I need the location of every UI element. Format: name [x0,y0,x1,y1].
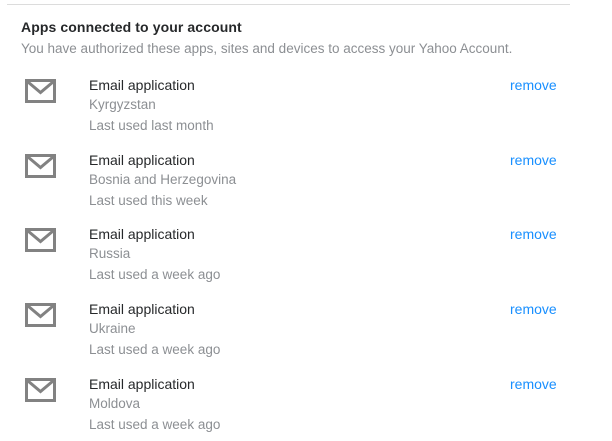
app-item-3: Email application Russia Last used a wee… [0,226,612,298]
app-last-used: Last used a week ago [89,417,221,432]
app-last-used: Last used a week ago [89,342,221,357]
envelope-icon [25,303,56,327]
app-item-2: Email application Bosnia and Herzegovina… [0,152,612,224]
envelope-icon [25,378,56,402]
app-location: Moldova [89,396,141,411]
app-name: Email application [89,226,195,242]
app-last-used: Last used last month [89,118,214,133]
remove-app-link[interactable]: remove [510,77,557,93]
app-location: Russia [89,246,131,261]
connected-apps-page: Apps connected to your account You have … [0,0,612,441]
remove-app-link[interactable]: remove [510,152,557,168]
envelope-icon [25,154,56,178]
app-location: Ukraine [89,321,136,336]
envelope-icon [25,228,56,252]
remove-app-link[interactable]: remove [510,226,557,242]
app-item-4: Email application Ukraine Last used a we… [0,301,612,373]
envelope-icon [25,79,56,103]
remove-app-link[interactable]: remove [510,376,557,392]
remove-app-link[interactable]: remove [510,301,557,317]
app-name: Email application [89,152,195,168]
app-last-used: Last used this week [89,193,208,208]
app-name: Email application [89,301,195,317]
app-name: Email application [89,376,195,392]
app-item-5: Email application Moldova Last used a we… [0,376,612,441]
app-name: Email application [89,77,195,93]
app-location: Kyrgyzstan [89,97,156,112]
app-location: Bosnia and Herzegovina [89,172,237,187]
app-item-1: Email application Kyrgyzstan Last used l… [0,77,612,149]
app-last-used: Last used a week ago [89,267,221,282]
connected-apps-list: Email application Kyrgyzstan Last used l… [0,0,612,441]
